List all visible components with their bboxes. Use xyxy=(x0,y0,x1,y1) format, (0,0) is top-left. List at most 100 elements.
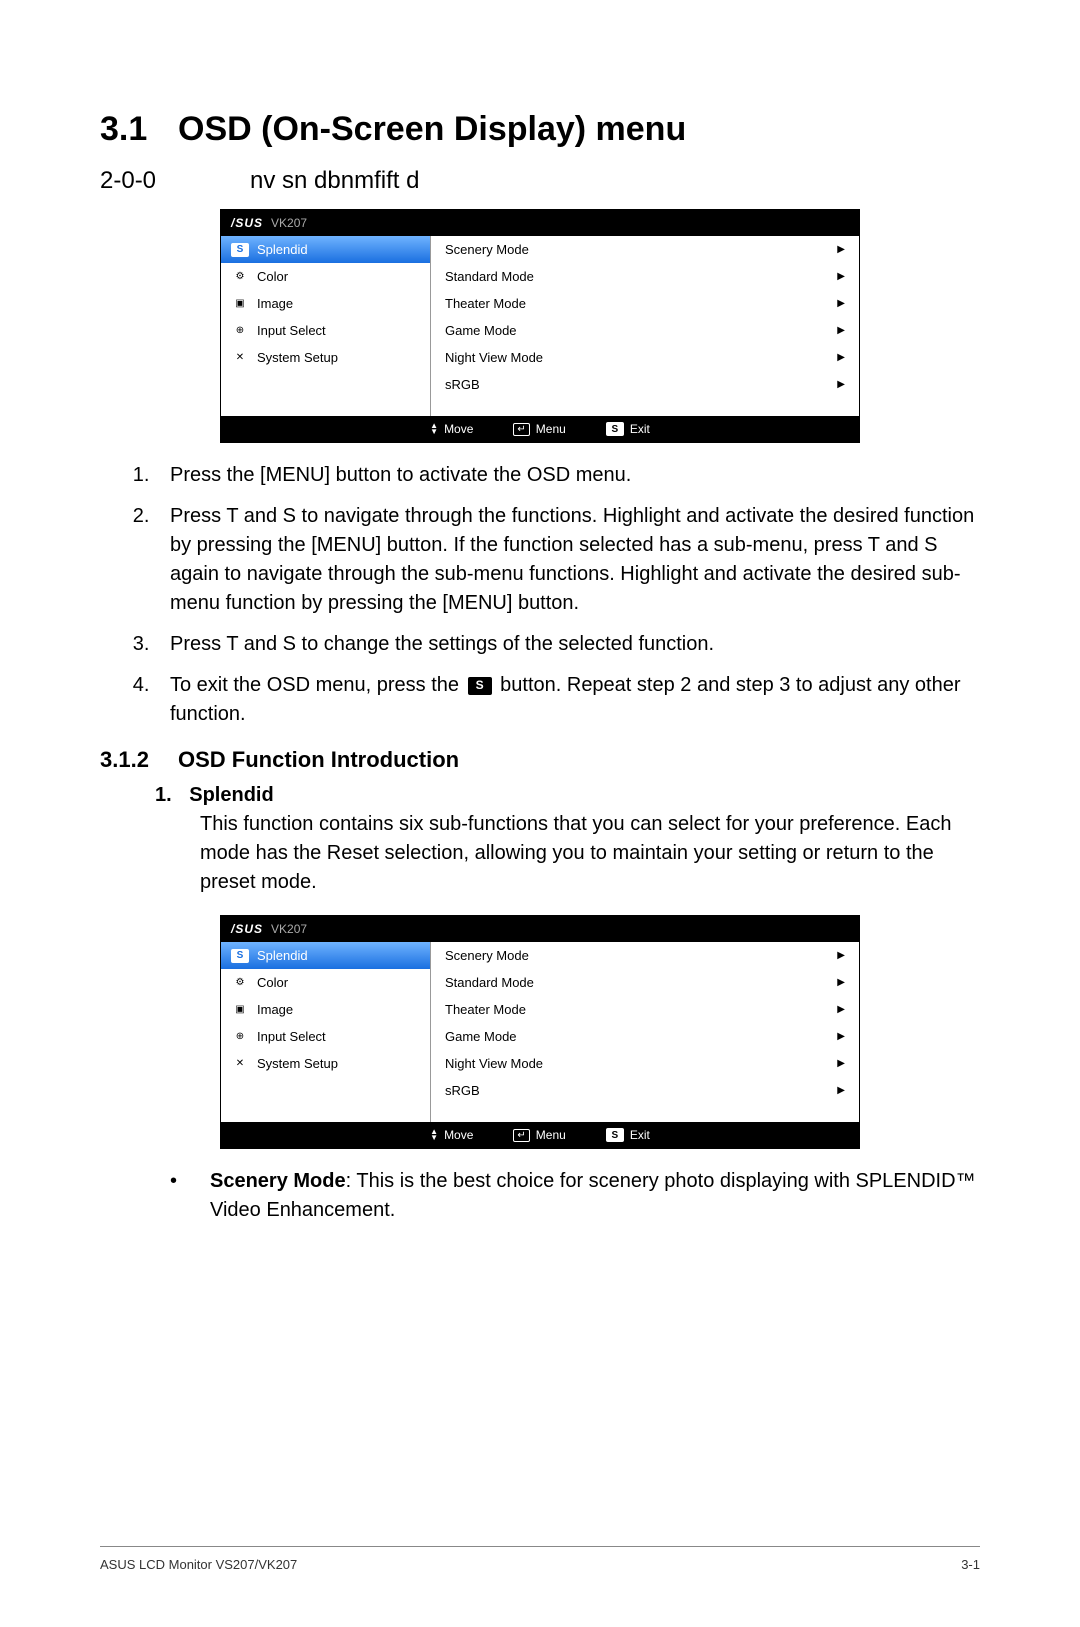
osd-item-label: System Setup xyxy=(257,350,338,365)
osd-item-image: ▣ Image xyxy=(221,996,430,1023)
osd-body: S Splendid ⚙ Color ▣ Image ⊕Input Select ✕S… xyxy=(221,236,859,416)
osd-mode-standard: Standard Mode▶ xyxy=(431,263,859,290)
osd-mode-game: Game Mode ▶ xyxy=(431,317,859,344)
osd-item-system-setup: ✕System Setup xyxy=(221,344,430,371)
heading-text: OSD (On-Screen Display) menu xyxy=(178,110,686,148)
osd-item-system-setup: ✕ System Setup xyxy=(221,1050,430,1077)
scenery-mode-bullet: Scenery Mode: This is the best choice fo… xyxy=(100,1167,980,1225)
instruction-step-4: To exit the OSD menu, press the S button… xyxy=(155,671,980,729)
osd-item-label: Splendid xyxy=(257,242,308,257)
osd-mode-theater: Theater Mode▶ xyxy=(431,290,859,317)
osd-footer-label: Exit xyxy=(630,1128,650,1142)
chevron-right-icon: ▶ xyxy=(837,950,845,961)
osd-header: /SUS VK207 xyxy=(221,916,859,942)
s-icon: S xyxy=(606,422,624,436)
osd-item-splendid: S Splendid xyxy=(221,236,430,263)
osd-item-input-select: ⊕Input Select xyxy=(221,1023,430,1050)
instruction-step-3: Press T and S to change the settings of … xyxy=(155,630,980,659)
osd-mode-label: Night View Mode xyxy=(445,350,543,365)
chevron-right-icon: ▶ xyxy=(837,298,845,309)
osd-mode-label: Standard Mode xyxy=(445,269,534,284)
osd-footer-label: Menu xyxy=(536,422,566,436)
menu-icon: ↵ xyxy=(513,1129,529,1142)
osd-item-color: ⚙ Color xyxy=(221,263,430,290)
tools-icon: ✕ xyxy=(231,1057,249,1071)
osd-mode-game: Game Mode ▶ xyxy=(431,1023,859,1050)
osd-footer-exit: S Exit xyxy=(606,1128,650,1142)
osd-mode-scenery: Scenery Mode▶ xyxy=(431,236,859,263)
osd-item-label: Image xyxy=(257,296,293,311)
osd-body: S Splendid ⚙ Color ▣ Image ⊕Input Select ✕ S… xyxy=(221,942,859,1122)
palette-icon: ⚙ xyxy=(231,270,249,284)
heading-number: 3.1.2 xyxy=(100,747,178,773)
instruction-step-2: Press T and S to navigate through the fu… xyxy=(155,502,980,618)
osd-right-panel: Scenery Mode▶ Standard Mode▶ Theater Mod… xyxy=(431,942,859,1122)
osd-item-image: ▣ Image xyxy=(221,290,430,317)
osd-menu-illustration-2: /SUS VK207 S Splendid ⚙ Color ▣ Image ⊕Inpu… xyxy=(220,915,860,1149)
s-icon: S xyxy=(231,243,249,257)
palette-icon: ⚙ xyxy=(231,976,249,990)
osd-left-panel: S Splendid ⚙ Color ▣ Image ⊕Input Select ✕ S… xyxy=(221,942,431,1122)
osd-item-splendid: S Splendid xyxy=(221,942,430,969)
osd-menu-illustration-1: /SUS VK207 SSplendid ⚙Color ▣Image ⊕Inpu… xyxy=(220,209,860,443)
osd-mode-label: Game Mode xyxy=(445,1029,517,1044)
osd-model: VK207 xyxy=(271,922,307,936)
osd-footer-label: Move xyxy=(444,422,473,436)
splendid-num: 1. xyxy=(155,784,172,806)
osd-footer: ▲▼ Move ↵ Menu S Exit xyxy=(221,1122,859,1148)
osd-footer-menu: ↵ Menu xyxy=(513,1128,565,1142)
osd-mode-label: sRGB xyxy=(445,377,480,392)
osd-footer-label: Move xyxy=(444,1128,473,1142)
instruction-step-1: Press the [MENU] button to activate the … xyxy=(155,461,980,490)
osd-mode-theater: Theater Mode▶ xyxy=(431,996,859,1023)
osd-mode-label: Theater Mode xyxy=(445,1002,526,1017)
osd-footer-label: Menu xyxy=(536,1128,566,1142)
osd-mode-srgb: sRGB▶ xyxy=(431,1077,859,1104)
osd-item-label: Splendid xyxy=(257,948,308,963)
subsection-line: 2-0-0nv sn dbnmﬁft d xyxy=(100,167,980,195)
osd-mode-label: Night View Mode xyxy=(445,1056,543,1071)
osd-footer-exit: S Exit xyxy=(606,422,650,436)
chevron-right-icon: ▶ xyxy=(837,325,845,336)
s-icon: S xyxy=(606,1128,624,1142)
osd-footer-label: Exit xyxy=(630,422,650,436)
image-icon: ▣ xyxy=(231,297,249,311)
image-icon: ▣ xyxy=(231,1003,249,1017)
s-icon: S xyxy=(231,949,249,963)
osd-item-label: Color xyxy=(257,975,288,990)
bullet-bold: Scenery Mode xyxy=(210,1170,346,1192)
osd-footer-move: ▲▼ Move xyxy=(430,422,473,436)
subsection-heading-3-1-2: 3.1.2OSD Function Introduction xyxy=(100,747,980,773)
osd-mode-standard: Standard Mode▶ xyxy=(431,969,859,996)
input-icon: ⊕ xyxy=(231,324,249,338)
chevron-right-icon: ▶ xyxy=(837,352,845,363)
osd-mode-label: Game Mode xyxy=(445,323,517,338)
instruction-list: Press the [MENU] button to activate the … xyxy=(100,461,980,729)
page-footer: ASUS LCD Monitor VS207/VK207 3-1 xyxy=(100,1546,980,1572)
chevron-right-icon: ▶ xyxy=(837,1058,845,1069)
osd-mode-label: Scenery Mode xyxy=(445,948,529,963)
up-down-icon: ▲▼ xyxy=(430,423,438,435)
menu-icon: ↵ xyxy=(513,423,529,436)
chevron-right-icon: ▶ xyxy=(837,1031,845,1042)
osd-mode-scenery: Scenery Mode ▶ xyxy=(431,942,859,969)
osd-right-panel: Scenery Mode▶ Standard Mode▶ Theater Mod… xyxy=(431,236,859,416)
splendid-title: Splendid xyxy=(189,784,273,806)
splendid-title-line: 1. Splendid xyxy=(155,781,980,810)
osd-item-input-select: ⊕Input Select xyxy=(221,317,430,344)
input-icon: ⊕ xyxy=(231,1030,249,1044)
osd-mode-night-view: Night View Mode ▶ xyxy=(431,1050,859,1077)
up-down-icon: ▲▼ xyxy=(430,1129,438,1141)
s-button-icon: S xyxy=(468,677,492,695)
osd-item-label: Color xyxy=(257,269,288,284)
osd-item-label: System Setup xyxy=(257,1056,338,1071)
osd-item-label: Image xyxy=(257,1002,293,1017)
splendid-description: This function contains six sub-functions… xyxy=(155,810,980,897)
page: 3.1OSD (On-Screen Display) menu 2-0-0nv … xyxy=(0,0,1080,1627)
osd-mode-label: Standard Mode xyxy=(445,975,534,990)
chevron-right-icon: ▶ xyxy=(837,244,845,255)
osd-footer-menu: ↵ Menu xyxy=(513,422,565,436)
osd-mode-night-view: Night View Mode ▶ xyxy=(431,344,859,371)
osd-footer: ▲▼ Move ↵ Menu S Exit xyxy=(221,416,859,442)
chevron-right-icon: ▶ xyxy=(837,1085,845,1096)
